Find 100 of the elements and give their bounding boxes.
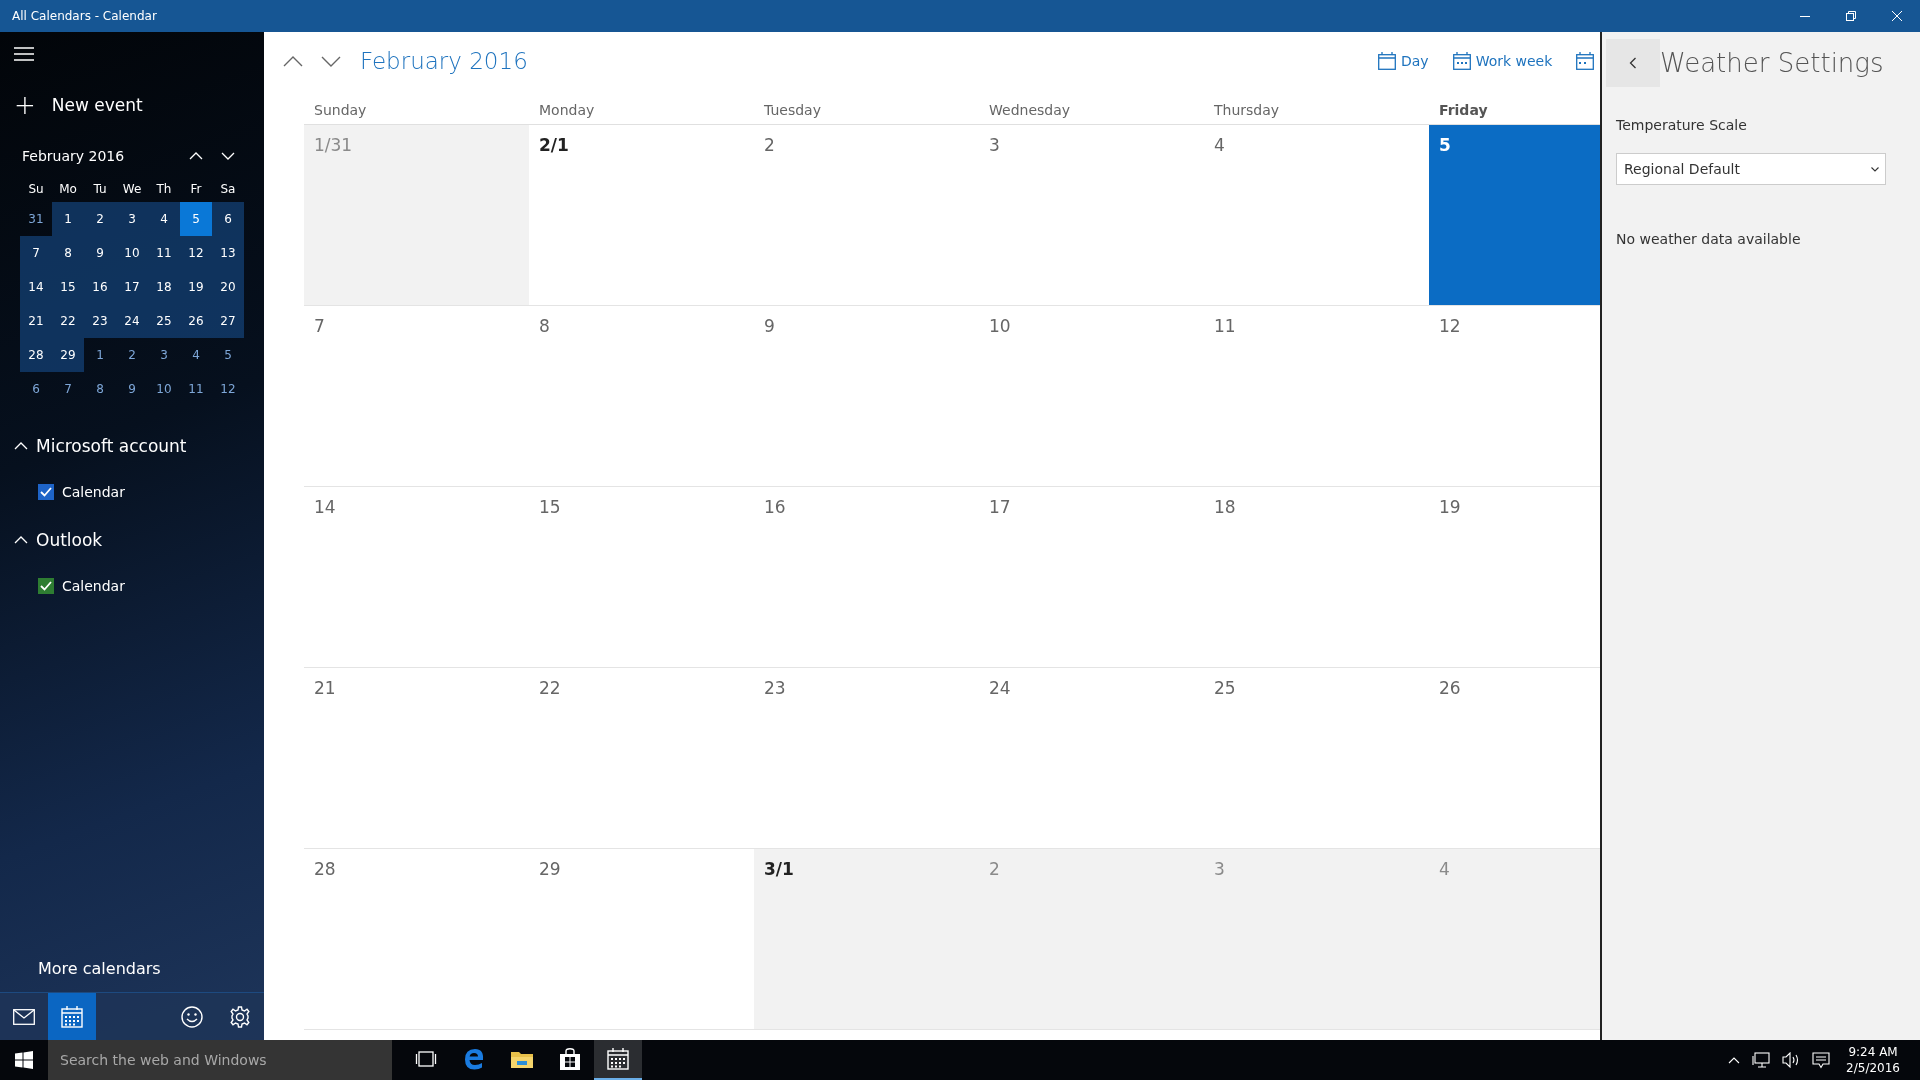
mini-calendar-day[interactable]: 18	[148, 270, 180, 304]
day-cell[interactable]: 8	[529, 306, 754, 487]
chevron-up-icon[interactable]	[1728, 1056, 1741, 1064]
menu-icon[interactable]	[14, 47, 34, 61]
back-icon[interactable]	[1629, 57, 1637, 69]
settings-icon[interactable]	[229, 1005, 251, 1028]
notifications-icon[interactable]	[1812, 1051, 1831, 1069]
mini-calendar-day[interactable]: 13	[212, 236, 244, 270]
mini-calendar-day[interactable]: 15	[52, 270, 84, 304]
mini-calendar-day[interactable]: 8	[84, 372, 116, 406]
account-header[interactable]: Microsoft account	[14, 436, 187, 456]
day-view-icon[interactable]	[1378, 52, 1396, 70]
mini-calendar-day[interactable]: 9	[116, 372, 148, 406]
checkbox[interactable]	[38, 484, 54, 500]
more-calendars-link[interactable]: More calendars	[38, 959, 161, 978]
mini-calendar-day[interactable]: 19	[180, 270, 212, 304]
day-cell[interactable]: 14	[304, 487, 529, 668]
mini-calendar-day[interactable]: 10	[148, 372, 180, 406]
mini-calendar-day[interactable]: 1	[52, 202, 84, 236]
search-field[interactable]: Search the web and Windows	[48, 1040, 392, 1080]
mini-calendar-day[interactable]: 21	[20, 304, 52, 338]
day-cell[interactable]: 5	[1429, 125, 1600, 306]
mini-calendar-day[interactable]: 3	[148, 338, 180, 372]
next-month-icon[interactable]	[221, 152, 235, 160]
mini-calendar-day[interactable]: 6	[20, 372, 52, 406]
close-icon[interactable]	[1892, 11, 1902, 21]
day-cell[interactable]: 17	[979, 487, 1204, 668]
store-icon[interactable]	[560, 1048, 580, 1070]
day-cell[interactable]: 15	[529, 487, 754, 668]
browser-icon[interactable]	[463, 1048, 485, 1070]
day-cell[interactable]: 9	[754, 306, 979, 487]
mini-calendar-day[interactable]: 23	[84, 304, 116, 338]
mini-calendar-day[interactable]: 22	[52, 304, 84, 338]
mini-calendar-day[interactable]: 31	[20, 202, 52, 236]
day-cell[interactable]: 18	[1204, 487, 1429, 668]
temperature-scale-dropdown[interactable]: Regional Default	[1616, 153, 1886, 185]
clock-time[interactable]: 9:24 AM	[1848, 1044, 1898, 1060]
day-cell[interactable]: 10	[979, 306, 1204, 487]
collapse-icon[interactable]	[14, 536, 28, 544]
mini-calendar-day[interactable]: 2	[116, 338, 148, 372]
account-header[interactable]: Outlook	[14, 530, 103, 550]
mini-calendar-day[interactable]: 29	[52, 338, 84, 372]
mini-calendar-day[interactable]: 8	[52, 236, 84, 270]
mini-calendar-day[interactable]: 5	[212, 338, 244, 372]
mini-calendar-day[interactable]: 7	[20, 236, 52, 270]
mini-calendar-day[interactable]: 14	[20, 270, 52, 304]
day-cell[interactable]: 3/1	[754, 849, 979, 1030]
work-week-icon[interactable]	[1452, 52, 1471, 70]
mini-calendar-day[interactable]: 12	[180, 236, 212, 270]
collapse-icon[interactable]	[14, 442, 28, 450]
mini-calendar-day[interactable]: 10	[116, 236, 148, 270]
mini-calendar-day[interactable]: 28	[20, 338, 52, 372]
mini-calendar-day[interactable]: 25	[148, 304, 180, 338]
view-button[interactable]: Day	[1378, 52, 1429, 70]
day-cell[interactable]: 2/1	[529, 125, 754, 306]
mini-calendar-day[interactable]: 11	[180, 372, 212, 406]
mini-calendar-day[interactable]: 16	[84, 270, 116, 304]
day-cell[interactable]: 7	[304, 306, 529, 487]
previous-month-icon[interactable]	[189, 152, 203, 160]
clock-date[interactable]: 2/5/2016	[1846, 1060, 1900, 1076]
mail-icon[interactable]	[13, 1008, 35, 1025]
day-cell[interactable]: 11	[1204, 306, 1429, 487]
day-cell[interactable]: 28	[304, 849, 529, 1030]
view-button[interactable]: Work week	[1452, 52, 1553, 70]
mini-calendar-day[interactable]: 20	[212, 270, 244, 304]
task-view-icon[interactable]	[415, 1051, 437, 1067]
mini-calendar-day[interactable]: 5	[180, 202, 212, 236]
day-cell[interactable]: 22	[529, 668, 754, 849]
mini-calendar-day[interactable]: 1	[84, 338, 116, 372]
mini-calendar-day[interactable]: 3	[116, 202, 148, 236]
mini-calendar-day[interactable]: 4	[148, 202, 180, 236]
checkbox[interactable]	[38, 578, 54, 594]
day-cell[interactable]: 3	[979, 125, 1204, 306]
network-icon[interactable]	[1752, 1052, 1771, 1068]
mini-calendar-day[interactable]: 17	[116, 270, 148, 304]
mini-calendar-day[interactable]: 11	[148, 236, 180, 270]
mini-calendar-day[interactable]: 9	[84, 236, 116, 270]
mini-calendar-day[interactable]: 26	[180, 304, 212, 338]
mini-calendar-day[interactable]: 12	[212, 372, 244, 406]
smiley-icon[interactable]	[181, 1005, 203, 1028]
day-cell[interactable]: 21	[304, 668, 529, 849]
volume-icon[interactable]	[1782, 1052, 1801, 1068]
day-cell[interactable]: 16	[754, 487, 979, 668]
calendar-icon[interactable]	[607, 1048, 629, 1070]
week-view-icon[interactable]	[1576, 52, 1595, 70]
mini-calendar-day[interactable]: 2	[84, 202, 116, 236]
mini-calendar-day[interactable]: 24	[116, 304, 148, 338]
mini-calendar-day[interactable]: 7	[52, 372, 84, 406]
day-cell[interactable]: 2	[754, 125, 979, 306]
next-icon[interactable]	[321, 55, 341, 67]
windows-start-icon[interactable]	[15, 1051, 33, 1069]
previous-icon[interactable]	[283, 55, 303, 67]
folder-icon[interactable]	[511, 1050, 533, 1068]
mini-calendar-day[interactable]: 27	[212, 304, 244, 338]
calendar-label[interactable]: Calendar	[62, 484, 125, 500]
mini-calendar-day[interactable]: 6	[212, 202, 244, 236]
new-event-button[interactable]: + New event	[14, 90, 143, 120]
restore-icon[interactable]	[1846, 11, 1856, 21]
mini-calendar-day[interactable]: 4	[180, 338, 212, 372]
calendar-label[interactable]: Calendar	[62, 578, 125, 594]
